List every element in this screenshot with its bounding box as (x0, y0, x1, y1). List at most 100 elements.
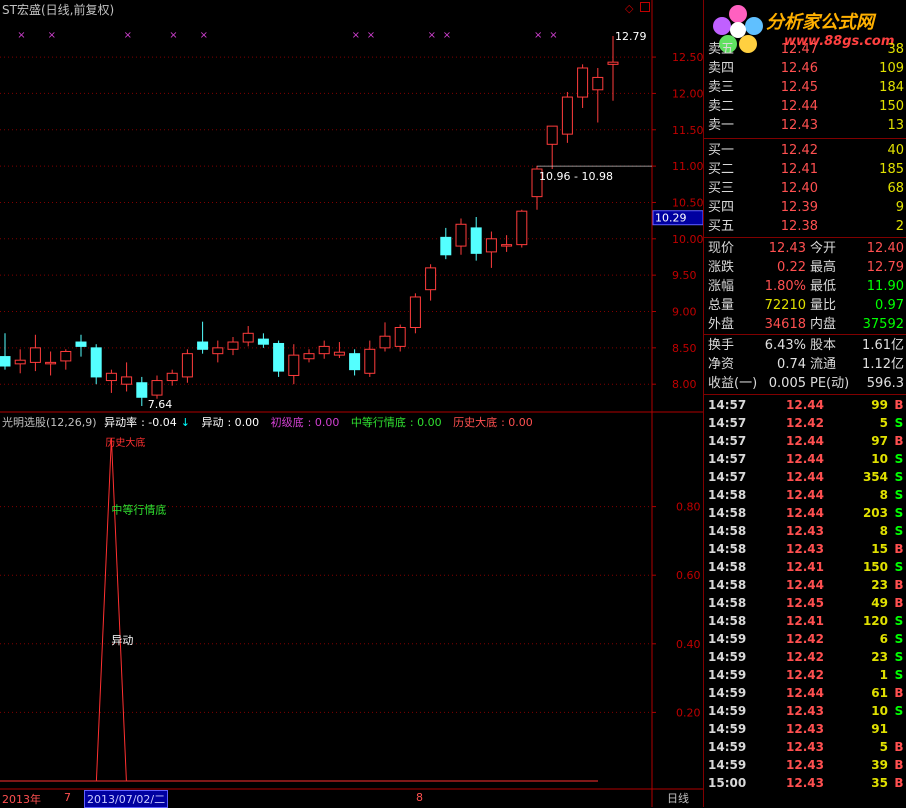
quote-value: 596.3 (866, 376, 904, 391)
quote-divider-2 (704, 334, 906, 335)
quote-value: 72210 (764, 298, 806, 313)
quote-divider (704, 237, 906, 238)
candle-body (592, 76, 604, 91)
range-annotation: 10.96 - 10.98 (539, 170, 613, 183)
tick-row: 14:59 12.42 1 S (706, 666, 906, 684)
tick-volume: 15 (871, 542, 888, 556)
tick-side: B (894, 758, 904, 772)
candle-body (29, 347, 41, 363)
quote-label: 现价 (708, 241, 735, 256)
tick-price: 12.42 (786, 668, 824, 682)
ask-row: 卖二 12.44 150 (706, 97, 906, 116)
quote-label: 今开 (810, 241, 837, 256)
signal-marker: × (200, 30, 208, 41)
tick-row: 14:57 12.44 99 B (706, 396, 906, 414)
chart-title: ST宏盛(日线,前复权) (2, 3, 115, 17)
ask-volume: 38 (887, 42, 904, 57)
bid-volume: 9 (895, 200, 904, 215)
signal-marker: × (169, 30, 177, 41)
down-arrow-icon: ↓ (180, 416, 190, 429)
candle-body (318, 345, 330, 355)
tick-price: 12.43 (786, 776, 824, 790)
quote-label: 股本 (810, 338, 837, 353)
tick-volume: 8 (879, 488, 888, 502)
candle-body (105, 372, 117, 382)
ask-volume: 13 (887, 118, 904, 133)
tick-row: 14:59 12.43 91 (706, 720, 906, 738)
ask-price: 12.45 (780, 80, 818, 95)
tick-volume: 120 (862, 614, 888, 628)
tick-price: 12.44 (786, 578, 824, 592)
tick-side: B (894, 398, 904, 412)
signal-marker: × (534, 30, 542, 41)
tick-time: 14:58 (708, 596, 747, 610)
price-tick-label: 10.00 (672, 233, 703, 246)
ask-volume: 109 (879, 61, 904, 76)
candle-body (440, 236, 452, 256)
tick-price: 12.42 (786, 416, 824, 430)
tick-price: 12.43 (786, 542, 824, 556)
signal-marker: × (124, 30, 132, 41)
quote-row: 涨跌 0.22 最高 12.79 (706, 258, 906, 277)
bid-row: 买五 12.38 2 (706, 217, 906, 236)
quote-label: 最低 (810, 279, 837, 294)
tick-price: 12.43 (786, 740, 824, 754)
tick-time: 14:58 (708, 614, 747, 628)
tick-volume: 10 (871, 452, 888, 466)
tick-time: 14:59 (708, 686, 747, 700)
tick-side: B (894, 542, 904, 556)
quote-label: 量比 (810, 298, 837, 313)
tick-side: B (894, 740, 904, 754)
candle-body (227, 341, 239, 350)
price-tick-label: 8.00 (672, 378, 697, 391)
bid-price: 12.41 (780, 162, 818, 177)
low-annotation: 7.64 (148, 398, 173, 411)
tick-row: 14:57 12.44 97 B (706, 432, 906, 450)
candle-body (288, 354, 300, 376)
quote-row: 涨幅 1.80% 最低 11.90 (706, 277, 906, 296)
period-selector[interactable]: 日线 (654, 790, 702, 807)
quote-row: 总量 72210 量比 0.97 (706, 296, 906, 315)
price-tick-label: 9.50 (672, 269, 697, 282)
tick-time: 14:58 (708, 560, 747, 574)
indicator-spike (95, 437, 127, 782)
maximize-icon[interactable] (639, 2, 650, 12)
tick-volume: 23 (871, 578, 888, 592)
candle-body (166, 372, 178, 382)
sub-tick-label: 0.80 (676, 501, 701, 514)
tick-time: 14:57 (708, 434, 747, 448)
tick-price: 12.43 (786, 722, 824, 736)
quote-value: 6.43% (764, 338, 806, 353)
chart-canvas[interactable]: 12.50 12.00 11.50 11.00 10.50 10.00 9.50 9.00 8.… (0, 0, 703, 807)
candle-body (333, 351, 345, 356)
price-tick-label: 8.50 (672, 342, 697, 355)
tick-price: 12.44 (786, 506, 824, 520)
tick-price: 12.41 (786, 614, 824, 628)
bid-volume: 40 (887, 143, 904, 158)
quote-value: 1.80% (764, 279, 806, 294)
tick-time: 14:59 (708, 668, 747, 682)
tick-row: 14:59 12.43 39 B (706, 756, 906, 774)
quote-label: 外盘 (708, 317, 735, 332)
candle-body (577, 67, 589, 98)
bid-price: 12.39 (780, 200, 818, 215)
candle-body (0, 356, 11, 367)
tick-row: 14:57 12.44 10 S (706, 450, 906, 468)
tick-row: 14:57 12.44 354 S (706, 468, 906, 486)
tick-volume: 39 (871, 758, 888, 772)
sub-tick-label: 0.40 (676, 638, 701, 651)
ask-row: 卖一 12.43 13 (706, 116, 906, 135)
candle-body (303, 353, 315, 360)
quote-value: 12.43 (768, 241, 806, 256)
bid-label: 买一 (708, 143, 735, 158)
candle-body (561, 96, 573, 135)
tick-side: B (894, 434, 904, 448)
signal-marker: × (549, 30, 557, 41)
quote-value: 0.74 (777, 357, 806, 372)
restore-icon[interactable]: ◇ (625, 2, 633, 15)
tick-price: 12.42 (786, 650, 824, 664)
tick-side: S (894, 470, 904, 484)
window-controls[interactable]: ◇ (625, 2, 650, 15)
date-axis[interactable]: 2013年 7 2013/07/02/二 8 (0, 790, 703, 808)
tick-side: B (894, 578, 904, 592)
